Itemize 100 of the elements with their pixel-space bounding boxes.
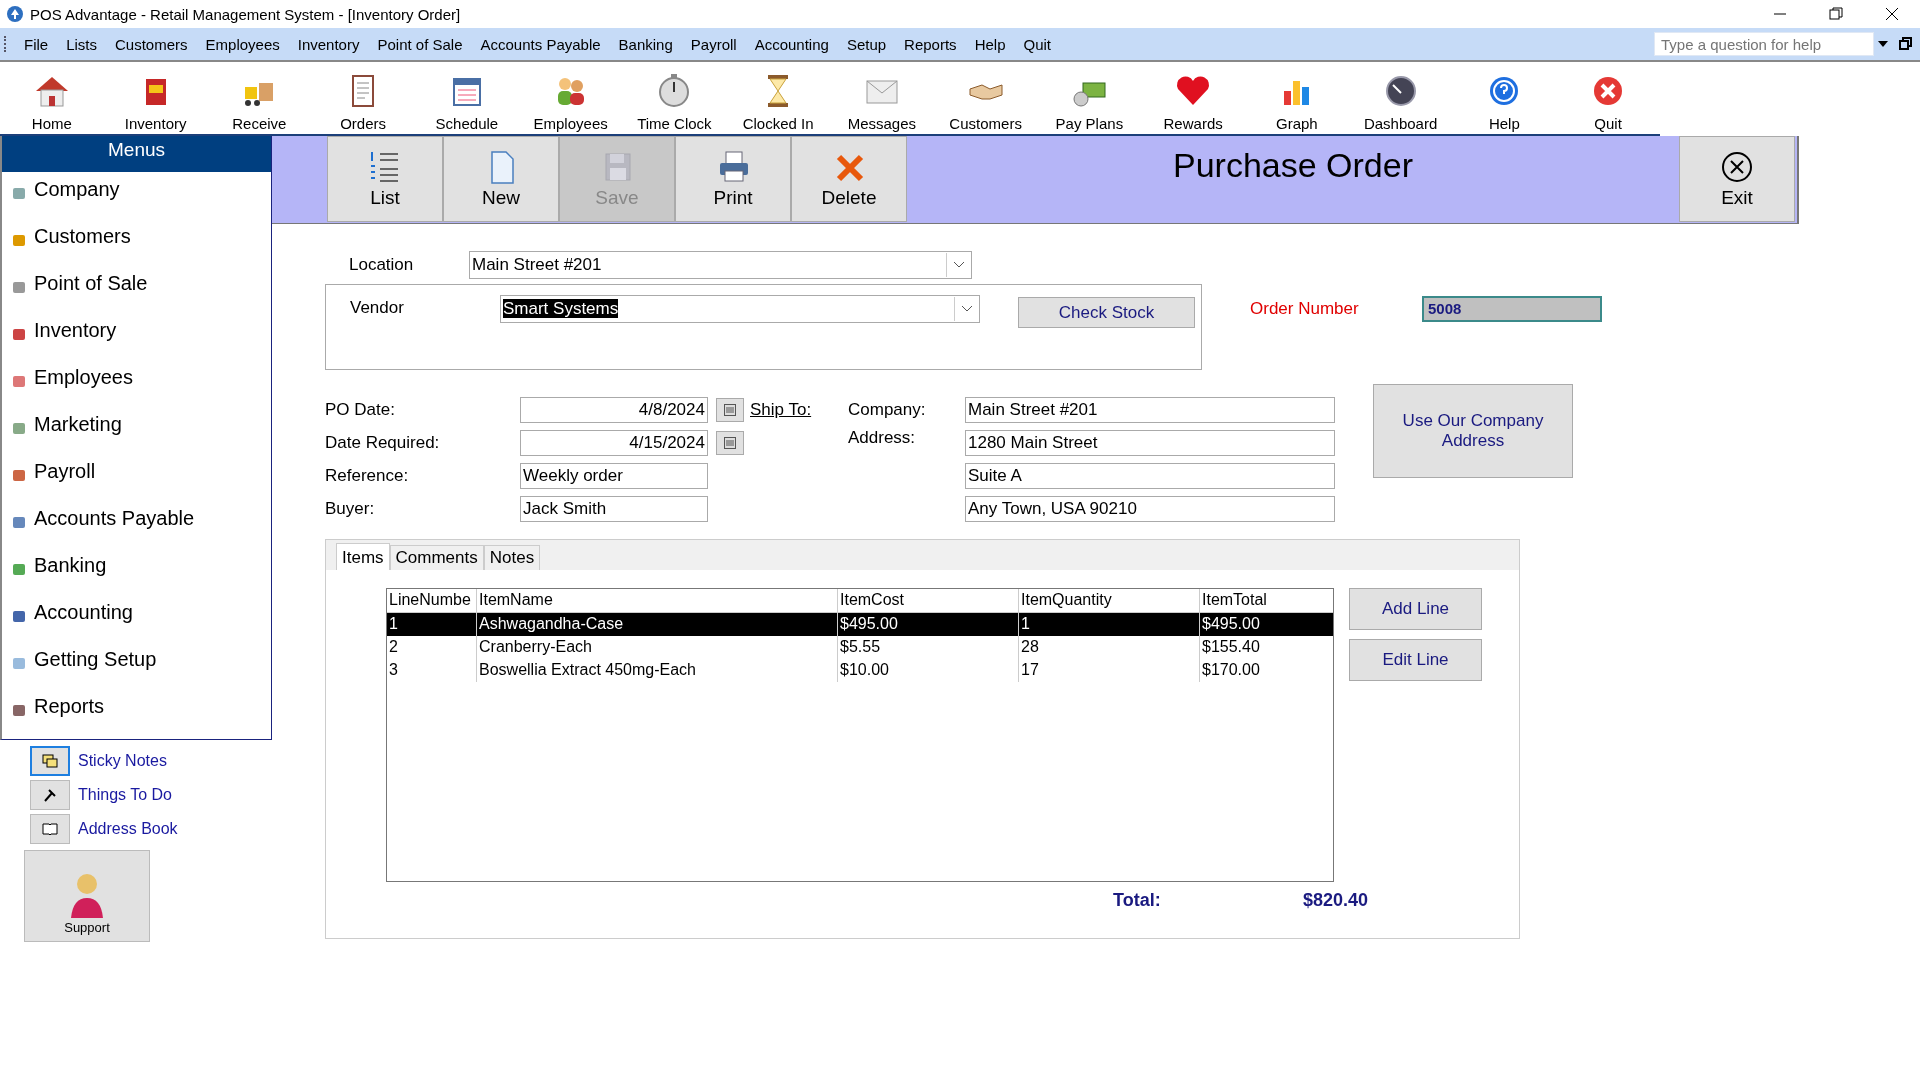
toolbar-button[interactable]: Time Clock [622,64,727,134]
shortcut-link[interactable]: Address Book [78,820,178,838]
location-dropdown[interactable]: Main Street #201 [469,251,972,279]
input-field[interactable]: Weekly order [520,462,708,489]
support-button[interactable]: Support [24,850,150,942]
sidebar-item[interactable]: Reports [2,683,271,730]
action-button[interactable]: Print [675,136,791,222]
field-label: Date Required: [325,432,441,453]
menu-item-icon [12,514,26,529]
note-icon [42,754,58,768]
caret-icon [954,262,964,268]
toolbar-button[interactable]: Pay Plans [1037,64,1142,134]
add-line-button[interactable]: Add Line [1349,588,1482,630]
toolbar-button[interactable]: Orders [311,64,415,134]
date-field[interactable]: 4/8/2024 [520,397,708,423]
tab[interactable]: Comments [389,545,484,570]
help-search-field[interactable]: Type a question for help [1654,32,1892,56]
menu-item[interactable]: Inventory [288,31,369,57]
check-stock-button[interactable]: Check Stock [1018,297,1195,328]
toolbar-button[interactable]: Messages [830,64,934,134]
field-label: PO Date: [325,400,396,420]
action-button[interactable]: Delete [791,136,907,222]
sidebar-item[interactable]: Point of Sale [2,260,271,307]
sidebar-item[interactable]: Banking [2,542,271,589]
action-button[interactable]: List [327,136,443,222]
toolbar-button[interactable]: Employees [518,64,623,134]
calendar-button[interactable] [716,398,744,422]
menu-item[interactable]: Payroll [681,31,746,57]
toolbar-button[interactable]: Home [0,64,104,134]
sidebar-item[interactable]: Payroll [2,448,271,495]
order-number-field[interactable]: 5008 [1422,296,1602,322]
shortcut-button[interactable] [30,780,70,810]
menu-item[interactable]: Reports [895,31,966,57]
menu-item[interactable]: Customers [106,31,197,57]
column-header[interactable]: ItemCost [837,589,1018,612]
menu-item[interactable]: Setup [837,31,896,57]
menu-item[interactable]: Banking [609,31,682,57]
table-cell-text: 3 [388,660,399,680]
menu-item[interactable]: Employees [196,31,289,57]
table-cell-text: 2 [388,637,399,657]
tab[interactable]: Items [336,543,390,570]
sidebar-item[interactable]: Inventory [2,307,271,354]
date-field[interactable]: 4/15/2024 [520,429,708,456]
column-header[interactable]: LineNumbe [387,589,476,612]
input-field[interactable]: 1280 Main Street [965,429,1335,456]
input-field[interactable]: Suite A [965,462,1335,489]
tab[interactable]: Notes [483,545,541,570]
table-cell-text: 1 [388,614,399,634]
shortcut-link[interactable]: Sticky Notes [78,752,167,770]
menu-item-icon [12,232,26,247]
ship-to-link[interactable]: Ship To: [750,400,848,420]
column-header[interactable]: ItemTotal [1199,589,1333,612]
sidebar-item[interactable]: Accounting [2,589,271,636]
input-field[interactable]: Any Town, USA 90210 [965,495,1335,522]
total-value: $820.40 [1303,890,1369,911]
input-field[interactable]: Main Street #201 [965,397,1335,423]
toolbar-button[interactable]: Rewards [1141,64,1245,134]
toolbar-button[interactable]: Customers [933,64,1038,134]
form-title: Purchase Order [1173,146,1413,184]
order-number-label: Order Number [1250,299,1360,319]
menu-item[interactable]: Quit [1014,31,1060,57]
exit-button[interactable]: Exit [1679,136,1795,222]
action-button[interactable]: New [443,136,559,222]
menu-item[interactable]: Help [965,31,1015,57]
column-header[interactable]: ItemName [476,589,837,612]
input-field[interactable]: Jack Smith [520,495,708,522]
table-cell: 17 [1018,659,1199,682]
sidebar-item[interactable]: Customers [2,213,271,260]
column-header[interactable]: ItemQuantity [1018,589,1199,612]
menu-item[interactable]: Accounts Payable [471,31,610,57]
vendor-dropdown[interactable]: Smart Systems [500,295,980,323]
menu-item[interactable]: Point of Sale [368,31,472,57]
toolbar-button[interactable]: Help [1452,64,1557,134]
sidebar-item[interactable]: Marketing [2,401,271,448]
sidebar-item[interactable]: Employees [2,354,271,401]
field-label: Company: [848,400,927,420]
use-company-address-button[interactable]: Use Our Company Address [1373,384,1573,478]
table-cell: 1 [1018,613,1199,636]
toolbar-button[interactable]: Inventory [103,64,208,134]
toolbar-button[interactable]: Graph [1245,64,1349,134]
sidebar-item[interactable]: Accounts Payable [2,495,271,542]
sidebar-item[interactable]: Getting Setup [2,636,271,683]
menu-item[interactable]: File [15,31,58,57]
toolbar-button[interactable]: Quit [1556,64,1660,134]
field-label: Address: [848,427,917,448]
table-cell: $170.00 [1199,659,1333,682]
toolbar-button[interactable]: Schedule [415,64,519,134]
shortcut-link[interactable]: Things To Do [78,786,172,804]
table-cell: Ashwagandha-Case [476,613,837,636]
restore-icon[interactable] [1829,7,1843,21]
toolbar-button[interactable]: Dashboard [1348,64,1453,134]
calendar-button[interactable] [716,430,744,455]
toolbar-button[interactable]: Receive [207,64,312,134]
table-cell: $495.00 [837,613,1018,636]
close-icon[interactable] [1885,7,1899,21]
table-cell: $155.40 [1199,636,1333,659]
menu-item[interactable]: Accounting [745,31,838,57]
toolbar-button[interactable]: Clocked In [726,64,830,134]
edit-line-button[interactable]: Edit Line [1349,639,1482,681]
menu-item[interactable]: Lists [57,31,106,57]
